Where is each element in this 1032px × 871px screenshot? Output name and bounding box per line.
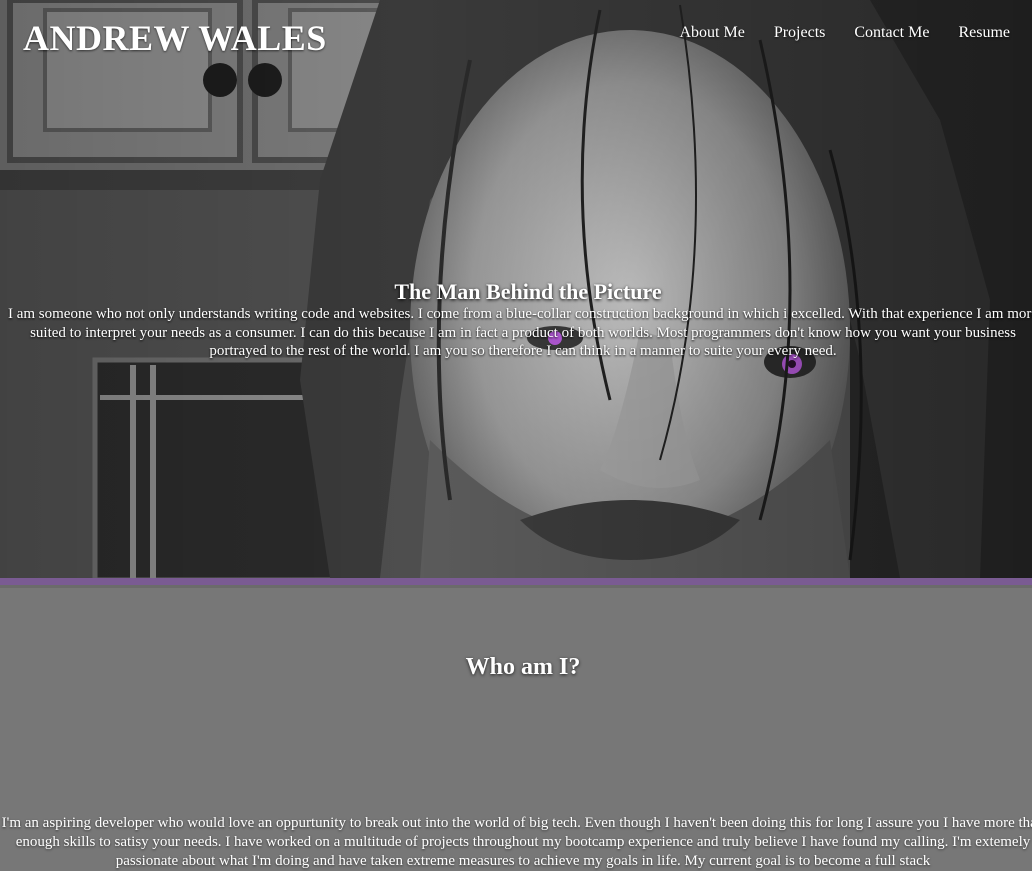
hero-content: The Man Behind the Picture I am someone … — [0, 279, 1032, 361]
main-nav: About Me Projects Contact Me Resume — [679, 24, 1032, 42]
hero-section: ANDREW WALES About Me Projects Contact M… — [0, 0, 1032, 578]
nav-about-me[interactable]: About Me — [679, 24, 744, 42]
site-brand[interactable]: ANDREW WALES — [23, 17, 327, 59]
hero-title: The Man Behind the Picture — [394, 279, 662, 304]
about-description: I'm an aspiring developer who would love… — [1, 815, 1032, 869]
nav-resume[interactable]: Resume — [958, 24, 1010, 42]
about-title: Who am I? — [465, 654, 581, 680]
about-section: Who am I? I'm an aspiring developer who … — [0, 588, 1032, 869]
nav-contact-me[interactable]: Contact Me — [854, 24, 929, 42]
section-divider — [0, 578, 1032, 588]
hero-description: I am someone who not only understands wr… — [7, 306, 1032, 359]
nav-projects[interactable]: Projects — [774, 24, 826, 42]
